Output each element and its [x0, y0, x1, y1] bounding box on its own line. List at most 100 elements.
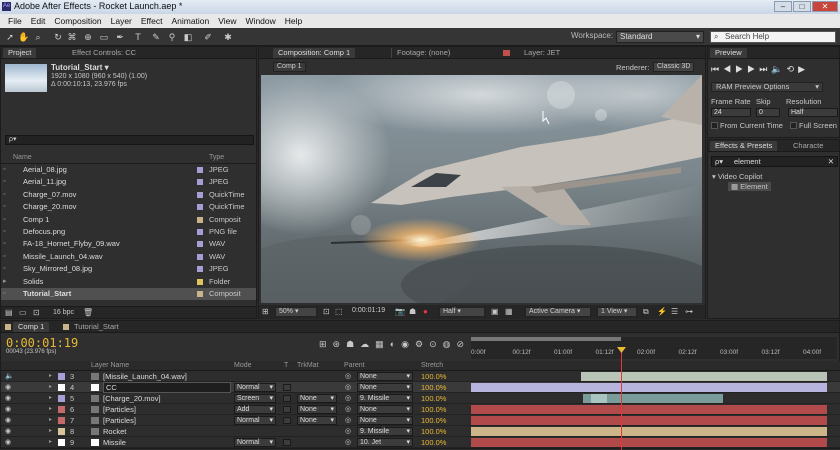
- tab-character[interactable]: Characte: [788, 141, 828, 151]
- layer-duration-bar[interactable]: [471, 416, 827, 425]
- preserve-transparency-checkbox[interactable]: [283, 417, 291, 424]
- layer-row[interactable]: ◉ ▸ 7 [Particles] Normal ▾ None ▾ ◎ None ▾ 100…: [1, 415, 840, 426]
- trkmat-dropdown[interactable]: None ▾: [297, 416, 337, 425]
- label-color-icon[interactable]: [197, 167, 203, 173]
- layer-row[interactable]: ◉ ▸ 5 [Charge_20.mov] Screen ▾ None ▾ ◎ 9. Mi…: [1, 393, 840, 404]
- label-color-icon[interactable]: [197, 278, 203, 285]
- eye-icon[interactable]: ◉: [5, 426, 11, 437]
- clear-search-icon[interactable]: ✕: [828, 157, 834, 166]
- camera-dropdown[interactable]: Active Camera ▾: [525, 307, 591, 317]
- motion-blur-icon[interactable]: ◐: [390, 339, 395, 350]
- trkmat-dropdown[interactable]: None ▾: [297, 405, 337, 414]
- layer-name[interactable]: [Particles]: [103, 404, 136, 415]
- next-frame-icon[interactable]: ▶: [747, 64, 759, 74]
- grid-icon[interactable]: ⊡: [323, 307, 330, 316]
- selection-tool-icon[interactable]: ➚: [4, 31, 16, 43]
- preserve-transparency-checkbox[interactable]: [283, 406, 291, 413]
- expand-arrow-icon[interactable]: ▸: [49, 393, 52, 404]
- pick-whip-icon[interactable]: ◎: [345, 426, 351, 437]
- interpret-footage-icon[interactable]: ▤: [5, 308, 13, 317]
- project-item[interactable]: ▫ Missile_Launch_04.wav WAV: [1, 251, 256, 263]
- menu-composition[interactable]: Composition: [54, 16, 101, 26]
- always-preview-icon[interactable]: ⊞: [262, 307, 269, 316]
- region-of-interest-icon[interactable]: ▣: [491, 307, 499, 316]
- renderer-button[interactable]: Classic 3D: [653, 62, 695, 72]
- layer-duration-bar[interactable]: [471, 438, 827, 447]
- audio-icon[interactable]: 🔈: [771, 64, 786, 74]
- channel-icon[interactable]: ●: [423, 307, 428, 316]
- stretch-value[interactable]: 100.0%: [421, 437, 446, 448]
- preserve-transparency-checkbox[interactable]: [283, 384, 291, 391]
- preserve-transparency-checkbox[interactable]: [283, 395, 291, 402]
- play-icon[interactable]: ▶: [735, 64, 747, 74]
- pick-whip-icon[interactable]: ◎: [345, 415, 351, 426]
- expand-arrow-icon[interactable]: ▸: [49, 437, 52, 448]
- layer-name[interactable]: [Particles]: [103, 415, 136, 426]
- graph-editor-icon[interactable]: ◉: [401, 339, 409, 350]
- tab-project[interactable]: Project: [3, 48, 37, 58]
- tab-composition[interactable]: Composition: Comp 1: [273, 48, 356, 58]
- shy-icon[interactable]: ☁: [360, 339, 369, 350]
- label-color-icon[interactable]: [197, 241, 203, 248]
- label-color-icon[interactable]: [197, 191, 203, 198]
- new-composition-icon[interactable]: ⊡: [33, 308, 40, 317]
- label-color-icon[interactable]: [58, 417, 65, 424]
- stretch-value[interactable]: 100.0%: [421, 393, 446, 404]
- work-area-bar[interactable]: [471, 337, 621, 341]
- maximize-button[interactable]: □: [793, 1, 811, 12]
- layer-name[interactable]: Missile: [103, 437, 126, 448]
- parent-dropdown[interactable]: 9. Missile ▾: [357, 427, 413, 436]
- brush-tool-icon[interactable]: ✎: [150, 31, 162, 43]
- pick-whip-icon[interactable]: ◎: [345, 371, 351, 382]
- eye-icon[interactable]: ◉: [5, 415, 11, 426]
- parent-dropdown[interactable]: None ▾: [357, 405, 413, 414]
- layer-name[interactable]: [Missile_Launch_04.wav]: [103, 371, 187, 382]
- mask-visibility-icon[interactable]: ⬚: [335, 307, 343, 316]
- mode-dropdown[interactable]: Add ▾: [234, 405, 276, 414]
- eraser-tool-icon[interactable]: ◧: [182, 31, 194, 43]
- pick-whip-icon[interactable]: ◎: [345, 382, 351, 393]
- mode-dropdown[interactable]: Screen ▾: [234, 394, 276, 403]
- show-snapshot-icon[interactable]: ☗: [409, 307, 416, 316]
- toggle-pixel-aspect-icon[interactable]: ⧉: [643, 307, 649, 317]
- timeline-icon[interactable]: ☰: [671, 307, 678, 316]
- transparency-grid-icon[interactable]: ▦: [505, 307, 513, 316]
- tab-tutorial-start[interactable]: Tutorial_Start: [69, 322, 124, 332]
- snapshot-icon[interactable]: 📷: [395, 307, 405, 316]
- type-tool-icon[interactable]: T: [132, 31, 144, 43]
- mode-dropdown[interactable]: Normal ▾: [234, 383, 276, 392]
- project-item[interactable]: ▫ FA-18_Hornet_Flyby_09.wav WAV: [1, 238, 256, 250]
- project-item[interactable]: ▫ Charge_20.mov QuickTime: [1, 201, 256, 213]
- project-search-input[interactable]: ρ▾: [5, 135, 254, 145]
- clone-stamp-tool-icon[interactable]: ⚲: [166, 31, 178, 43]
- parent-dropdown[interactable]: 10. Jet ▾: [357, 438, 413, 447]
- label-color-icon[interactable]: [58, 384, 65, 391]
- stretch-value[interactable]: 100.0%: [421, 382, 446, 393]
- minimize-button[interactable]: –: [774, 1, 792, 12]
- label-color-icon[interactable]: [197, 204, 203, 211]
- expand-arrow-icon[interactable]: ▸: [49, 426, 52, 437]
- current-time-indicator[interactable]: [621, 349, 622, 450]
- workspace-dropdown[interactable]: Standard ▾: [616, 31, 704, 43]
- last-frame-icon[interactable]: ⏭: [759, 64, 771, 74]
- label-color-icon[interactable]: [197, 216, 203, 223]
- label-color-icon[interactable]: [197, 266, 203, 273]
- preview-resolution-dropdown[interactable]: Half: [788, 108, 838, 117]
- menu-animation[interactable]: Animation: [171, 16, 209, 26]
- layer-duration-bar[interactable]: [471, 427, 827, 436]
- col-stretch[interactable]: Stretch: [421, 362, 443, 369]
- layer-row[interactable]: ◉ ▸ 6 [Particles] Add ▾ None ▾ ◎ None ▾ 100.0%: [1, 404, 840, 415]
- eye-icon[interactable]: ◉: [5, 437, 11, 448]
- ram-preview-dropdown[interactable]: RAM Preview Options ▾: [711, 82, 823, 92]
- col-layer-name[interactable]: Layer Name: [91, 362, 129, 369]
- composition-viewer[interactable]: [261, 75, 702, 303]
- frame-rate-dropdown[interactable]: 24: [711, 108, 751, 117]
- label-color-icon[interactable]: [58, 395, 65, 402]
- pick-whip-icon[interactable]: ◎: [345, 393, 351, 404]
- tab-comp-1[interactable]: Comp 1: [13, 322, 50, 332]
- pen-tool-icon[interactable]: ✒: [114, 31, 126, 43]
- lock-icon[interactable]: ⊘: [456, 339, 464, 350]
- menu-effect[interactable]: Effect: [141, 16, 163, 26]
- skip-dropdown[interactable]: 0: [756, 108, 780, 117]
- eye-icon[interactable]: ◉: [5, 382, 11, 393]
